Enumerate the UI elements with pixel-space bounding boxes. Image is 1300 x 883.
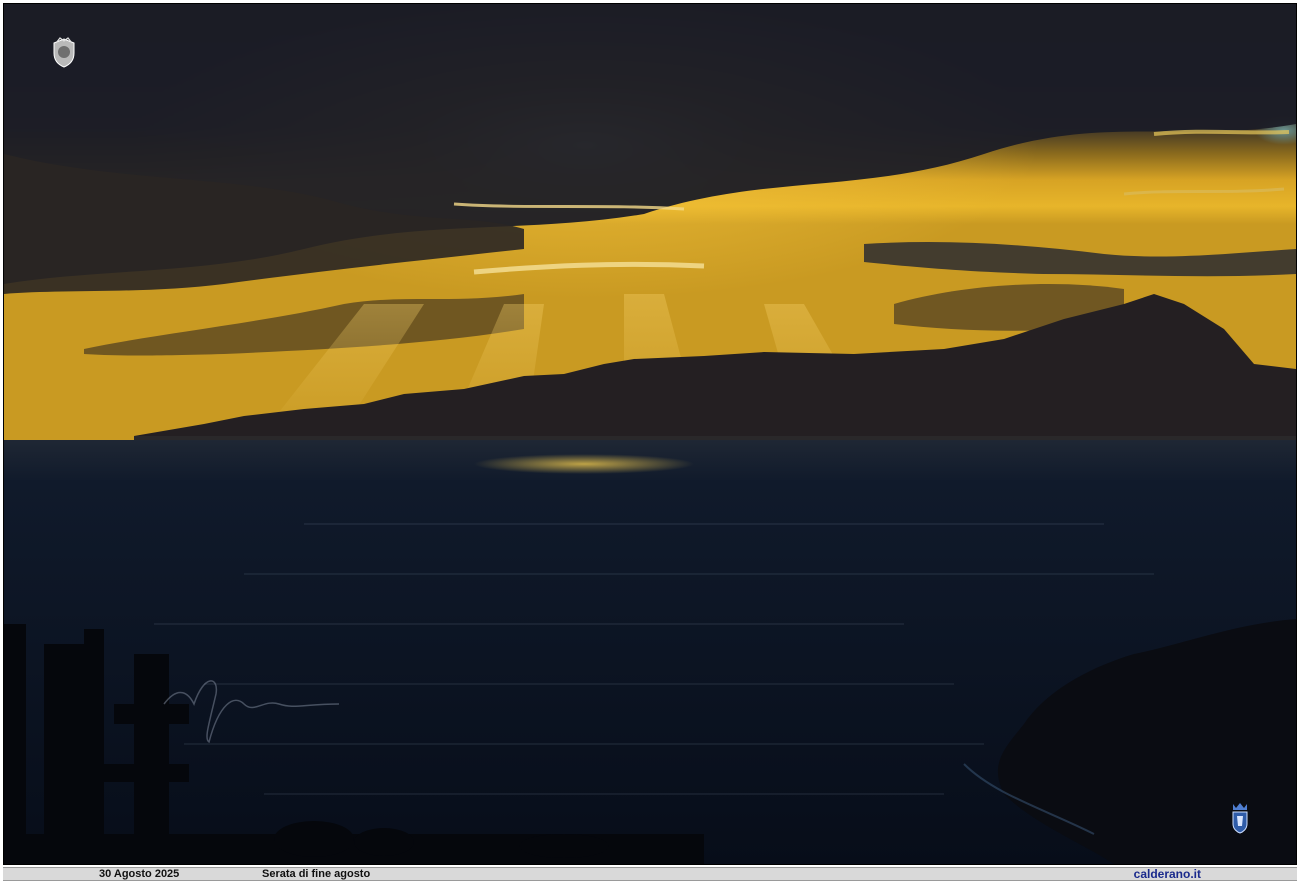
photo-title: Serata di fine agosto <box>262 868 371 880</box>
photo <box>3 3 1297 865</box>
site-link[interactable]: calderano.it <box>1134 868 1201 880</box>
coat-of-arms-icon <box>1232 803 1248 834</box>
sunset-scene <box>4 4 1296 864</box>
photo-date: 30 Agosto 2025 <box>99 868 180 880</box>
photo-frame: 30 Agosto 2025 Serata di fine agosto cal… <box>0 0 1300 883</box>
caption-bar: 30 Agosto 2025 Serata di fine agosto cal… <box>3 867 1297 881</box>
crest-icon <box>53 37 75 68</box>
sun-reflection <box>474 454 694 474</box>
